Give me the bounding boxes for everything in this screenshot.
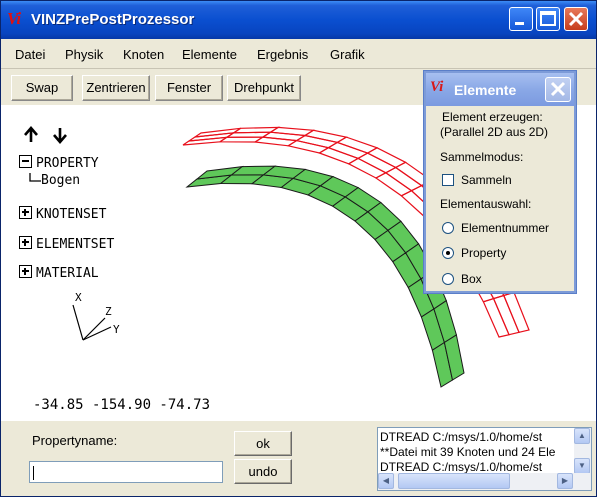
- app-logo-icon: Vi: [7, 9, 21, 28]
- swap-button[interactable]: Swap: [11, 75, 73, 101]
- ok-button[interactable]: ok: [234, 431, 292, 456]
- tree-elementset-label: ELEMENTSET: [36, 237, 115, 252]
- scroll-right-icon[interactable]: ▶: [557, 473, 573, 489]
- dialog-close-button[interactable]: [545, 77, 571, 102]
- property-label[interactable]: Property: [461, 246, 506, 260]
- mesh-element: [347, 157, 388, 179]
- dialog-title: Elemente: [454, 82, 517, 98]
- elementnummer-radio[interactable]: [442, 222, 454, 234]
- log-line: DTREAD C:/msys/1.0/home/st: [380, 460, 543, 474]
- log-line: DTREAD C:/msys/1.0/home/st: [380, 430, 543, 444]
- text-cursor: [33, 466, 34, 480]
- box-radio[interactable]: [442, 273, 454, 285]
- maximize-button[interactable]: [536, 7, 560, 31]
- dialog-line1: Element erzeugen:: [442, 110, 543, 124]
- tree-knotenset[interactable]: KNOTENSET: [19, 206, 106, 222]
- tree-knotenset-label: KNOTENSET: [36, 207, 107, 222]
- tree-property-label: PROPERTY: [36, 156, 99, 171]
- tree-property[interactable]: PROPERTY: [19, 155, 99, 171]
- sammelmodus-label: Sammelmodus:: [440, 150, 524, 164]
- expand-icon[interactable]: [19, 265, 32, 278]
- close-button[interactable]: [564, 7, 588, 31]
- propertyname-input[interactable]: [29, 461, 223, 483]
- window-title: VINZPrePostProzessor: [31, 11, 195, 28]
- tree-material-label: MATERIAL: [36, 266, 99, 281]
- property-radio[interactable]: [442, 247, 454, 259]
- mesh-element: [384, 166, 423, 192]
- menu-grafik[interactable]: Grafik: [330, 47, 365, 62]
- bottom-panel: Propertyname: ok undo DTREAD C:/msys/1.0…: [1, 421, 596, 496]
- collapse-icon[interactable]: [19, 155, 32, 168]
- elementauswahl-label: Elementauswahl:: [440, 197, 532, 211]
- elemente-dialog: Vi Elemente Element erzeugen: (Parallel …: [424, 71, 576, 293]
- tree-bogen-label: Bogen: [41, 173, 81, 188]
- title-bar[interactable]: Vi VINZPrePostProzessor: [1, 1, 596, 39]
- mesh-green-surface: [185, 165, 465, 388]
- expand-icon[interactable]: [19, 236, 32, 249]
- tree-material[interactable]: MATERIAL: [19, 265, 99, 281]
- fenster-button[interactable]: Fenster: [155, 75, 223, 101]
- tree-property-child[interactable]: Bogen: [29, 173, 80, 188]
- main-window: Vi VINZPrePostProzessor Datei Physik Kno…: [0, 0, 597, 497]
- log-line: **Datei mit 39 Knoten und 24 Ele: [380, 445, 556, 459]
- sammeln-checkbox[interactable]: [442, 174, 454, 186]
- expand-icon[interactable]: [19, 206, 32, 219]
- menu-datei[interactable]: Datei: [15, 47, 45, 62]
- down-arrow-icon[interactable]: [53, 128, 67, 144]
- axis-z-label: Z: [105, 305, 112, 318]
- mesh-element: [366, 147, 407, 169]
- scroll-down-icon[interactable]: ▼: [574, 458, 590, 474]
- menu-knoten[interactable]: Knoten: [123, 47, 164, 62]
- undo-button[interactable]: undo: [234, 459, 292, 484]
- scroll-thumb[interactable]: [398, 473, 510, 489]
- close-icon: [568, 11, 584, 27]
- dialog-title-bar[interactable]: Vi Elemente: [426, 73, 574, 106]
- up-arrow-icon[interactable]: [24, 126, 38, 142]
- elementnummer-label[interactable]: Elementnummer: [461, 221, 549, 235]
- mesh-element: [374, 172, 413, 197]
- coordinate-readout: -34.85 -154.90 -74.73: [33, 397, 211, 413]
- drehpunkt-button[interactable]: Drehpunkt: [227, 75, 301, 101]
- log-output[interactable]: DTREAD C:/msys/1.0/home/st **Datei mit 3…: [377, 427, 592, 491]
- sammeln-label[interactable]: Sammeln: [461, 173, 512, 187]
- axis-y-label: Y: [113, 323, 120, 336]
- axis-x-label: X: [75, 291, 82, 304]
- menu-bar: Datei Physik Knoten Elemente Ergebnis Gr…: [1, 41, 596, 69]
- menu-physik[interactable]: Physik: [65, 47, 103, 62]
- app-logo-icon: Vi: [430, 79, 444, 95]
- menu-ergebnis[interactable]: Ergebnis: [257, 47, 308, 62]
- close-icon: [550, 81, 566, 97]
- propertyname-label: Propertyname:: [32, 433, 118, 448]
- minimize-button[interactable]: [509, 7, 533, 31]
- scroll-up-icon[interactable]: ▲: [574, 428, 590, 444]
- menu-elemente[interactable]: Elemente: [182, 47, 237, 62]
- minimize-icon: [515, 22, 524, 25]
- tree-connector-icon: [29, 173, 41, 182]
- horizontal-scrollbar[interactable]: ◀ ▶: [378, 473, 591, 490]
- zentrieren-button[interactable]: Zentrieren: [82, 75, 150, 101]
- tree-elementset[interactable]: ELEMENTSET: [19, 236, 114, 252]
- vertical-scrollbar[interactable]: ▲ ▼: [574, 428, 591, 475]
- maximize-icon: [540, 11, 556, 26]
- dialog-line2: (Parallel 2D aus 2D): [440, 125, 549, 139]
- box-label[interactable]: Box: [461, 272, 482, 286]
- scroll-left-icon[interactable]: ◀: [378, 473, 394, 489]
- mesh-element: [502, 291, 530, 333]
